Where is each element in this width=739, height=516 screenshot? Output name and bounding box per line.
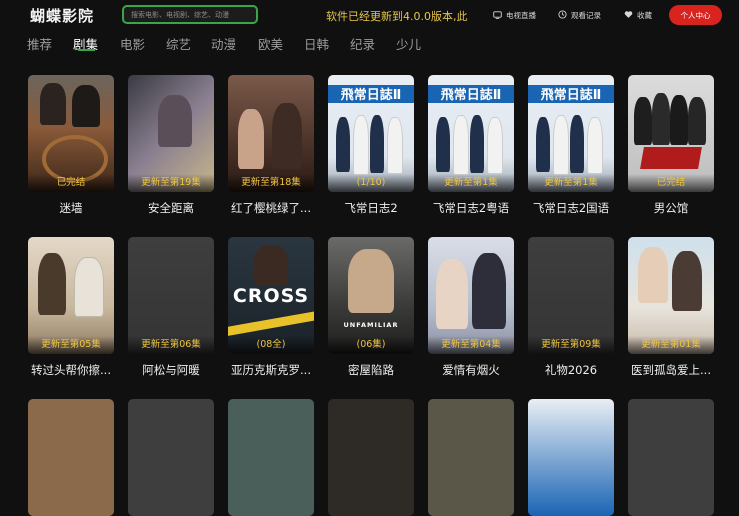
card-title: 男公馆 — [653, 201, 689, 215]
video-card[interactable]: 更新至第04集 爱情有烟火 — [428, 237, 514, 378]
poster-image: 已完结 — [28, 75, 114, 192]
status-badge: 更新至第1集 — [528, 174, 614, 192]
card-title: 安全距离 — [148, 201, 194, 215]
poster-text: UNFAMILIAR — [343, 321, 399, 329]
content-grid: 已完结 迷墙 更新至第19集 安全距离 更新至第18集 红了樱桃绿了... 飛常… — [0, 0, 739, 516]
video-card[interactable] — [628, 399, 714, 516]
video-card[interactable]: 更新至第01集 医到孤岛爱上... — [628, 237, 714, 378]
poster-image — [328, 399, 414, 516]
status-badge: (1/10) — [328, 174, 414, 192]
poster-image — [428, 399, 514, 516]
card-title: 阿松与阿暖 — [142, 363, 200, 377]
poster-image — [528, 399, 614, 516]
status-badge: 已完结 — [628, 174, 714, 192]
card-title: 飞常日志2国语 — [532, 201, 610, 215]
card-title: 密屋陷路 — [348, 363, 394, 377]
poster-image: UNFAMILIAR (06集) — [328, 237, 414, 354]
poster-image: 已完结 — [628, 75, 714, 192]
video-card[interactable]: 更新至第19集 安全距离 — [128, 75, 214, 216]
card-title: 医到孤岛爱上... — [631, 363, 711, 377]
poster-text: 飛常日誌Ⅱ — [340, 88, 402, 103]
poster-text: CROSS — [232, 285, 310, 307]
video-card[interactable] — [128, 399, 214, 516]
poster-image: 飛常日誌Ⅱ 更新至第1集 — [428, 75, 514, 192]
video-card[interactable]: 更新至第06集 阿松与阿暖 — [128, 237, 214, 378]
video-card[interactable]: 飛常日誌Ⅱ 更新至第1集 飞常日志2国语 — [528, 75, 614, 216]
card-title: 红了樱桃绿了... — [231, 201, 311, 215]
poster-text: 飛常日誌Ⅱ — [440, 88, 502, 103]
video-card[interactable]: 已完结 迷墙 — [28, 75, 114, 216]
video-card[interactable]: UNFAMILIAR (06集) 密屋陷路 — [328, 237, 414, 378]
poster-image: 更新至第19集 — [128, 75, 214, 192]
video-card[interactable]: 更新至第09集 礼物2026 — [528, 237, 614, 378]
video-card[interactable] — [328, 399, 414, 516]
poster-image — [228, 399, 314, 516]
card-title: 转过头帮你擦... — [31, 363, 111, 377]
poster-image — [128, 399, 214, 516]
video-card[interactable]: 已完结 男公馆 — [628, 75, 714, 216]
status-badge: 已完结 — [28, 174, 114, 192]
video-card[interactable] — [28, 399, 114, 516]
poster-text: 飛常日誌Ⅱ — [540, 88, 602, 103]
video-card[interactable] — [228, 399, 314, 516]
card-title: 爱情有烟火 — [442, 363, 500, 377]
status-badge: 更新至第05集 — [28, 336, 114, 354]
status-badge: (08全) — [228, 336, 314, 354]
poster-image: 更新至第18集 — [228, 75, 314, 192]
card-title: 亚历克斯克罗... — [231, 363, 311, 377]
video-card[interactable]: 更新至第05集 转过头帮你擦... — [28, 237, 114, 378]
poster-image: 更新至第01集 — [628, 237, 714, 354]
video-card[interactable]: 飛常日誌Ⅱ 更新至第1集 飞常日志2粤语 — [428, 75, 514, 216]
poster-image: 更新至第06集 — [128, 237, 214, 354]
status-badge: (06集) — [328, 336, 414, 354]
poster-image: 更新至第09集 — [528, 237, 614, 354]
poster-image — [628, 399, 714, 516]
status-badge: 更新至第09集 — [528, 336, 614, 354]
poster-image: 飛常日誌Ⅱ 更新至第1集 — [528, 75, 614, 192]
video-card[interactable] — [428, 399, 514, 516]
card-title: 礼物2026 — [544, 363, 598, 377]
poster-image — [28, 399, 114, 516]
poster-image: 更新至第05集 — [28, 237, 114, 354]
status-badge: 更新至第1集 — [428, 174, 514, 192]
video-card[interactable] — [528, 399, 614, 516]
status-badge: 更新至第06集 — [128, 336, 214, 354]
status-badge: 更新至第04集 — [428, 336, 514, 354]
poster-image: 飛常日誌Ⅱ (1/10) — [328, 75, 414, 192]
poster-image: 更新至第04集 — [428, 237, 514, 354]
card-title: 飞常日志2 — [344, 201, 398, 215]
status-badge: 更新至第18集 — [228, 174, 314, 192]
video-card[interactable]: CROSS (08全) 亚历克斯克罗... — [228, 237, 314, 378]
status-badge: 更新至第01集 — [628, 336, 714, 354]
video-card[interactable]: 更新至第18集 红了樱桃绿了... — [228, 75, 314, 216]
card-title: 迷墙 — [59, 201, 83, 215]
poster-image: CROSS (08全) — [228, 237, 314, 354]
card-title: 飞常日志2粤语 — [432, 201, 510, 215]
video-card[interactable]: 飛常日誌Ⅱ (1/10) 飞常日志2 — [328, 75, 414, 216]
status-badge: 更新至第19集 — [128, 174, 214, 192]
